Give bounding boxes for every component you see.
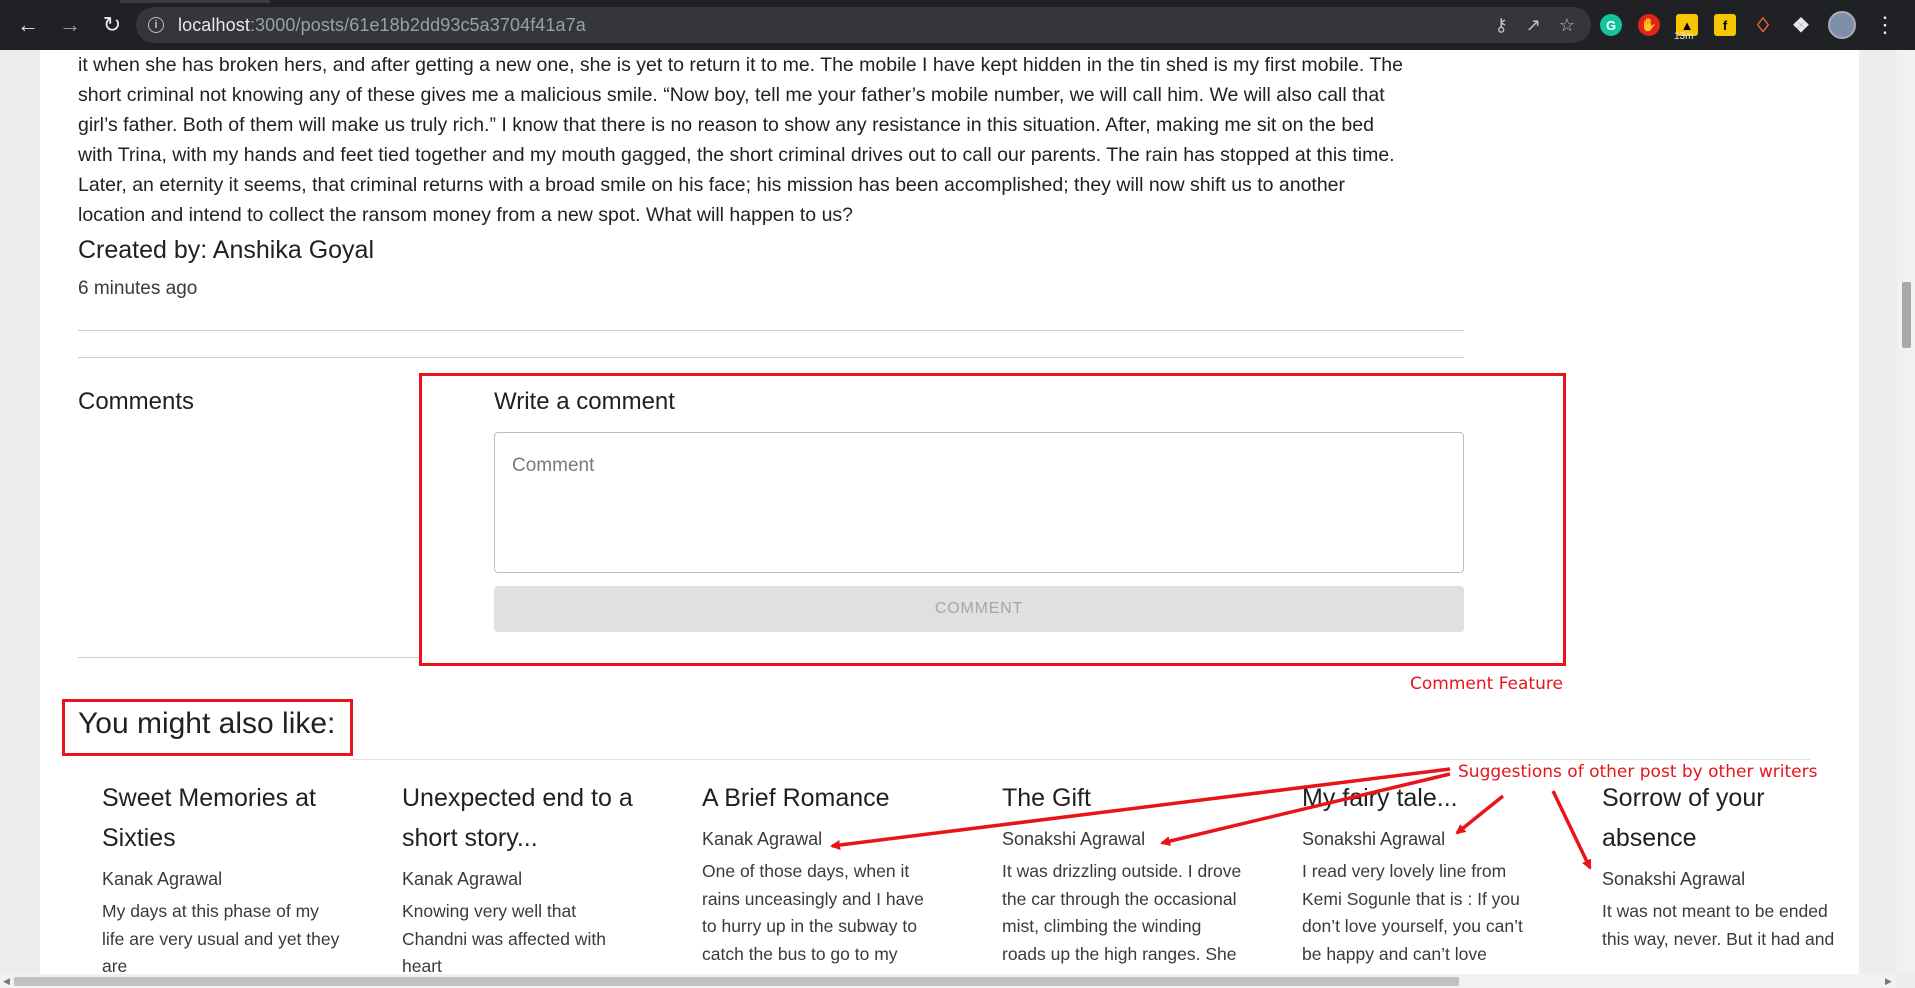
url-host: localhost <box>178 14 250 35</box>
card-title[interactable]: Unexpected end to a short story... <box>402 778 642 858</box>
star-icon[interactable]: ☆ <box>1559 15 1575 36</box>
reload-icon[interactable]: ↻ <box>94 7 130 43</box>
url-path: :3000/posts/61e18b2dd93c5a3704f41a7a <box>249 14 586 35</box>
extension-badge: 13m <box>1674 31 1694 42</box>
divider <box>78 357 1464 358</box>
suggestion-card[interactable]: Sorrow of your absence Sonakshi Agrawal … <box>1602 778 1842 953</box>
back-icon[interactable]: ← <box>10 7 46 43</box>
info-icon[interactable]: i <box>148 17 164 33</box>
divider <box>78 330 1464 331</box>
suggestions-annotation-label: Suggestions of other post by other write… <box>1458 762 1818 782</box>
card-excerpt: I read very lovely line from Kemi Sogunl… <box>1302 861 1523 974</box>
browser-toolbar: ← → ↻ i localhost:3000/posts/61e18b2dd93… <box>0 0 1915 50</box>
url-text[interactable]: localhost:3000/posts/61e18b2dd93c5a3704f… <box>178 15 586 36</box>
card-excerpt: My days at this phase of my life are ver… <box>102 901 340 974</box>
horizontal-scroll-thumb[interactable] <box>14 977 1459 986</box>
vertical-scrollbar[interactable] <box>1897 50 1915 974</box>
card-title[interactable]: My fairy tale... <box>1302 778 1542 818</box>
suggestion-card[interactable]: Sweet Memories at Sixties Kanak Agrawal … <box>102 778 342 974</box>
adblock-icon[interactable]: ✋ <box>1638 14 1660 36</box>
article-line: short criminal not knowing any of these … <box>78 84 1385 106</box>
article-line: Later, an eternity it seems, that crimin… <box>78 174 1346 196</box>
scroll-left-icon[interactable]: ◀ <box>3 976 10 987</box>
suggestion-card[interactable]: A Brief Romance Kanak Agrawal One of tho… <box>702 778 942 974</box>
article-line: with Trina, with my hands and feet tied … <box>78 144 1395 166</box>
card-title[interactable]: A Brief Romance <box>702 778 942 818</box>
active-tab-indicator <box>120 0 270 3</box>
article-body: it when she has broken hers, and after g… <box>78 50 1508 230</box>
card-title[interactable]: Sweet Memories at Sixties <box>102 778 342 858</box>
divider <box>78 657 418 658</box>
card-excerpt: It was drizzling outside. I drove the ca… <box>1002 861 1242 964</box>
flipkart-icon[interactable]: f <box>1714 14 1736 36</box>
card-excerpt: Knowing very well that Chandni was affec… <box>402 901 606 974</box>
suggestions-heading-annotation-box <box>62 699 353 756</box>
suggestion-card[interactable]: Unexpected end to a short story... Kanak… <box>402 778 642 974</box>
card-excerpt: One of those days, when it rains unceasi… <box>702 861 924 974</box>
key-icon[interactable]: ⚷ <box>1495 15 1508 36</box>
article-line: girl’s father. Both of them will make us… <box>78 114 1374 136</box>
suggestion-card[interactable]: My fairy tale... Sonakshi Agrawal I read… <box>1302 778 1542 974</box>
card-author: Sonakshi Agrawal <box>1002 829 1146 849</box>
vertical-scroll-thumb[interactable] <box>1902 282 1911 348</box>
menu-icon[interactable]: ⋮ <box>1874 12 1896 38</box>
author-line: Created by: Anshika Goyal <box>78 236 374 264</box>
card-author: Kanak Agrawal <box>702 829 823 849</box>
grammarly-icon[interactable]: G <box>1600 14 1622 36</box>
card-author: Kanak Agrawal <box>102 869 223 889</box>
timer-extension-icon[interactable]: ▲ 13m <box>1674 14 1698 42</box>
card-excerpt: It was not meant to be ended this way, n… <box>1602 901 1835 949</box>
card-author: Sonakshi Agrawal <box>1302 829 1446 849</box>
extensions-icon[interactable]: ❖ <box>1790 14 1812 37</box>
divider <box>350 759 1810 760</box>
card-title[interactable]: Sorrow of your absence <box>1602 778 1842 858</box>
share-icon[interactable]: ↗ <box>1526 15 1541 36</box>
profile-avatar[interactable] <box>1828 11 1856 39</box>
suggestion-card[interactable]: The Gift Sonakshi Agrawal It was drizzli… <box>1002 778 1242 968</box>
card-author: Kanak Agrawal <box>402 869 523 889</box>
scroll-right-icon[interactable]: ▶ <box>1885 976 1892 987</box>
card-author: Sonakshi Agrawal <box>1602 869 1746 889</box>
tag-icon[interactable]: ♢ <box>1752 14 1774 37</box>
address-bar[interactable]: i localhost:3000/posts/61e18b2dd93c5a370… <box>136 7 1591 43</box>
article-line: it when she has broken hers, and after g… <box>78 54 1403 76</box>
comment-feature-annotation-box <box>419 373 1566 666</box>
post-timestamp: 6 minutes ago <box>78 278 198 299</box>
comment-feature-annotation-label: Comment Feature <box>1410 674 1563 694</box>
article-line: location and intend to collect the ranso… <box>78 204 854 226</box>
forward-icon[interactable]: → <box>52 7 88 43</box>
card-title[interactable]: The Gift <box>1002 778 1242 818</box>
comments-heading: Comments <box>78 388 195 415</box>
